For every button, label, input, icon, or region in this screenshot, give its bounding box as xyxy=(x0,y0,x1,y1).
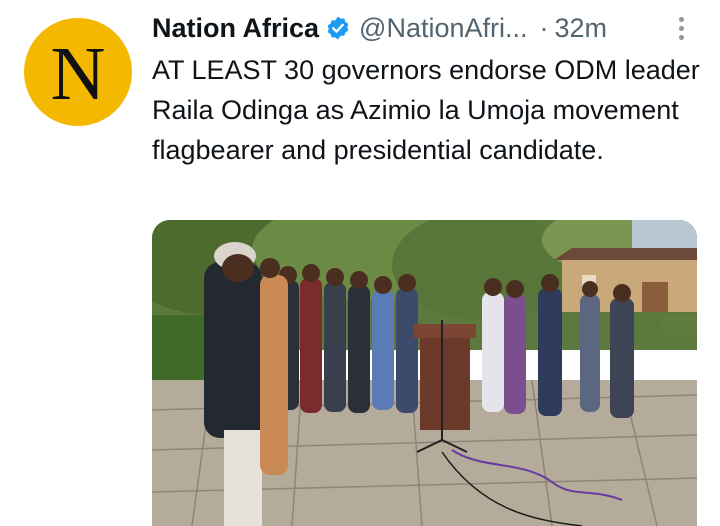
photo-illustration xyxy=(152,220,697,526)
more-dot xyxy=(678,34,684,40)
more-options-icon[interactable] xyxy=(667,14,695,42)
tweet-photo[interactable] xyxy=(152,220,697,526)
more-dot xyxy=(678,25,684,31)
verified-badge-icon xyxy=(325,15,351,41)
avatar[interactable]: N xyxy=(24,18,132,126)
display-name[interactable]: Nation Africa xyxy=(152,10,319,46)
tweet[interactable]: N Nation Africa @NationAfri... · 32m AT … xyxy=(0,0,720,526)
handle[interactable]: @NationAfri... xyxy=(359,10,527,46)
tweet-text: AT LEAST 30 governors endorse ODM leader… xyxy=(152,55,700,165)
timestamp[interactable]: 32m xyxy=(555,10,608,46)
separator-dot: · xyxy=(539,13,549,43)
more-dot xyxy=(678,16,684,22)
avatar-logo-letter: N xyxy=(50,32,106,116)
tweet-header: Nation Africa @NationAfri... · 32m xyxy=(152,10,690,46)
